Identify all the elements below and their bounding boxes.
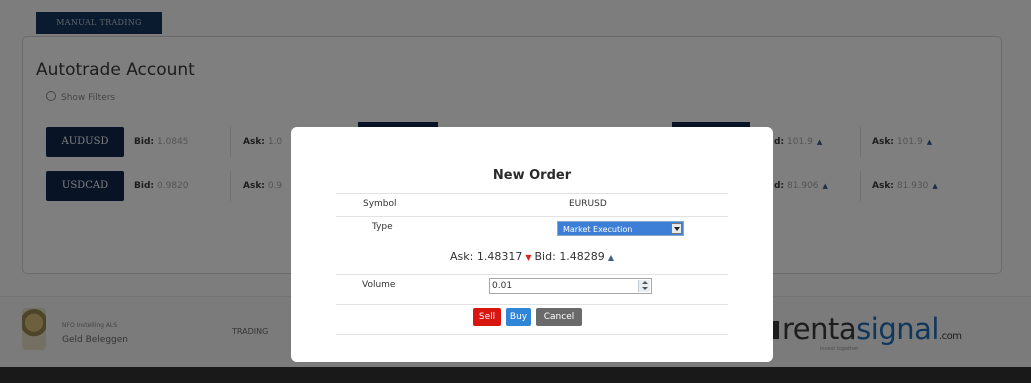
spinner-icon[interactable] [638, 280, 650, 292]
ask-label: Ask: [450, 250, 474, 263]
dialog-divider [336, 334, 728, 335]
type-label: Type [372, 222, 393, 232]
action-row: Sell Buy Cancel [336, 304, 728, 334]
volume-input[interactable] [492, 280, 632, 292]
symbol-label: Symbol [363, 199, 397, 209]
symbol-value: EURUSD [569, 199, 607, 209]
dialog-title: New Order [492, 168, 572, 183]
price-quote: Ask: 1.48317 ▼ Bid: 1.48289 ▲ [336, 250, 728, 263]
volume-stepper[interactable] [489, 278, 652, 294]
order-type-value: Market Execution [563, 225, 633, 234]
chevron-down-icon[interactable] [671, 223, 682, 234]
buy-button[interactable]: Buy [506, 308, 531, 326]
sell-button[interactable]: Sell [473, 308, 501, 326]
volume-label: Volume [362, 280, 396, 290]
price-row: Ask: 1.48317 ▼ Bid: 1.48289 ▲ [336, 245, 728, 267]
order-type-select[interactable]: Market Execution [557, 221, 684, 236]
ask-value: 1.48317 [476, 250, 523, 263]
cancel-button[interactable]: Cancel [536, 308, 582, 326]
volume-row: Volume [336, 274, 728, 296]
down-arrow-icon: ▼ [525, 253, 532, 262]
symbol-row: Symbol EURUSD [336, 193, 728, 215]
bid-value: 1.48289 [559, 250, 605, 263]
type-row: Type Market Execution [336, 216, 728, 238]
up-arrow-icon: ▲ [607, 253, 614, 262]
new-order-dialog: New Order Symbol EURUSD Type Market Exec… [291, 127, 773, 362]
bid-label: Bid: [534, 250, 556, 263]
